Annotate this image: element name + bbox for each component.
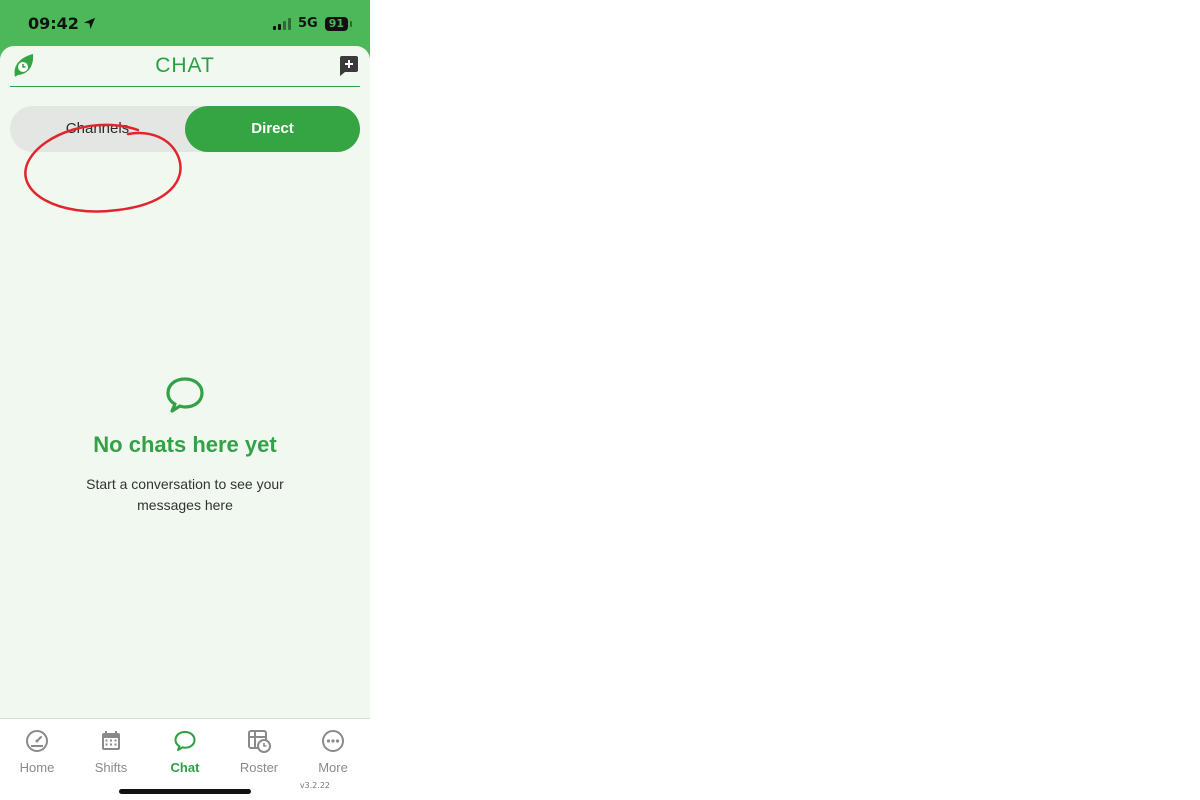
chat-bubble-icon [174, 731, 196, 751]
phone-screen: 09:42 5G 91 CHAT Channels Direct No chat… [0, 0, 370, 800]
home-indicator [119, 789, 251, 794]
direct-tab[interactable]: Direct [185, 106, 360, 152]
calendar-icon [102, 731, 120, 750]
empty-state-message: Start a conversation to see your message… [86, 476, 284, 513]
red-circle-annotation [24, 123, 182, 213]
status-time: 09:42 [28, 14, 79, 33]
tab-more-label: More [318, 760, 348, 775]
page-title: CHAT [155, 54, 215, 77]
tab-chat-label: Chat [170, 760, 200, 775]
status-time-group: 09:42 [28, 14, 96, 33]
tab-roster-label: Roster [239, 760, 279, 775]
empty-state-heading: No chats here yet [93, 432, 277, 457]
chat-screen: CHAT Channels Direct No chats here yet S… [0, 46, 370, 718]
more-dots-icon [322, 730, 344, 752]
tab-home[interactable]: Home [0, 729, 74, 775]
network-type: 5G [297, 16, 318, 31]
dashboard-gauge-icon [26, 730, 48, 752]
signal-bars-icon [272, 17, 291, 30]
tab-home-label: Home [19, 760, 55, 775]
status-right-group: 5G 91 [272, 16, 353, 31]
tab-shifts[interactable]: Shifts [74, 729, 148, 775]
speech-bubble-icon [166, 377, 204, 413]
status-bar: 09:42 5G 91 [0, 0, 370, 46]
roster-clock-icon [248, 730, 271, 753]
tab-chat[interactable]: Chat [148, 729, 222, 775]
tab-shifts-label: Shifts [94, 760, 128, 775]
location-arrow-icon [83, 17, 96, 30]
tab-roster[interactable]: Roster [222, 729, 296, 775]
bottom-tab-bar: Home Shifts Chat Roster More v3.2.22 [0, 718, 370, 800]
app-version: v3.2.22 [299, 781, 330, 790]
new-chat-icon[interactable] [338, 55, 360, 77]
battery-indicator: 91 [324, 16, 353, 31]
chat-header: CHAT [10, 46, 360, 87]
direct-tab-label: Direct [251, 120, 294, 137]
tab-more[interactable]: More [296, 729, 370, 775]
empty-state: No chats here yet Start a conversation t… [0, 376, 370, 516]
